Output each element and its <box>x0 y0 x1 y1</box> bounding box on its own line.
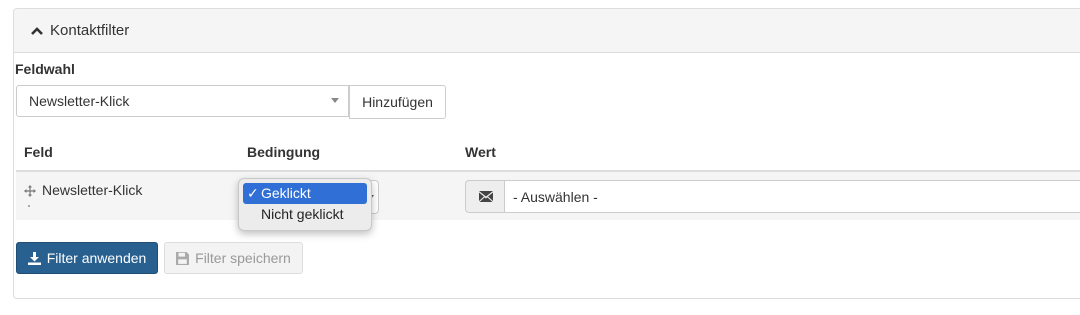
save-filter-button[interactable]: Filter speichern <box>164 242 303 274</box>
panel-title: Kontaktfilter <box>50 22 130 39</box>
condition-option-nicht-geklickt[interactable]: Nicht geklickt <box>243 204 367 225</box>
option-label: Geklickt <box>261 185 311 201</box>
apply-filter-label: Filter anwenden <box>46 250 147 266</box>
column-header-condition: Bedingung <box>247 144 321 160</box>
option-label: Nicht geklickt <box>261 206 344 222</box>
value-addon <box>465 180 505 213</box>
field-picker-select[interactable]: Newsletter-Klick <box>16 85 349 117</box>
move-handle-icon[interactable] <box>24 185 36 197</box>
condition-option-geklickt[interactable]: ✓ Geklickt <box>243 183 367 204</box>
value-select[interactable]: - Auswählen - <box>504 180 1080 213</box>
caret-down-icon <box>331 98 339 103</box>
field-picker-value: Newsletter-Klick <box>29 93 130 109</box>
add-field-button[interactable]: Hinzufügen <box>349 85 446 119</box>
floppy-disk-icon <box>176 251 190 265</box>
column-header-field: Feld <box>24 144 53 160</box>
download-icon <box>27 251 41 265</box>
row-dot <box>28 205 30 207</box>
checkmark-icon: ✓ <box>247 185 259 201</box>
apply-filter-button[interactable]: Filter anwenden <box>16 242 158 274</box>
field-picker-label: Feldwahl <box>15 61 75 77</box>
envelope-icon <box>478 191 493 202</box>
row-field-name: Newsletter-Klick <box>42 182 143 198</box>
save-filter-label: Filter speichern <box>195 250 291 266</box>
chevron-up-icon[interactable] <box>30 24 44 38</box>
column-header-value: Wert <box>465 144 496 160</box>
panel-heading[interactable]: Kontaktfilter <box>14 9 1080 53</box>
condition-dropdown-menu: ✓ Geklickt Nicht geklickt <box>238 178 372 231</box>
